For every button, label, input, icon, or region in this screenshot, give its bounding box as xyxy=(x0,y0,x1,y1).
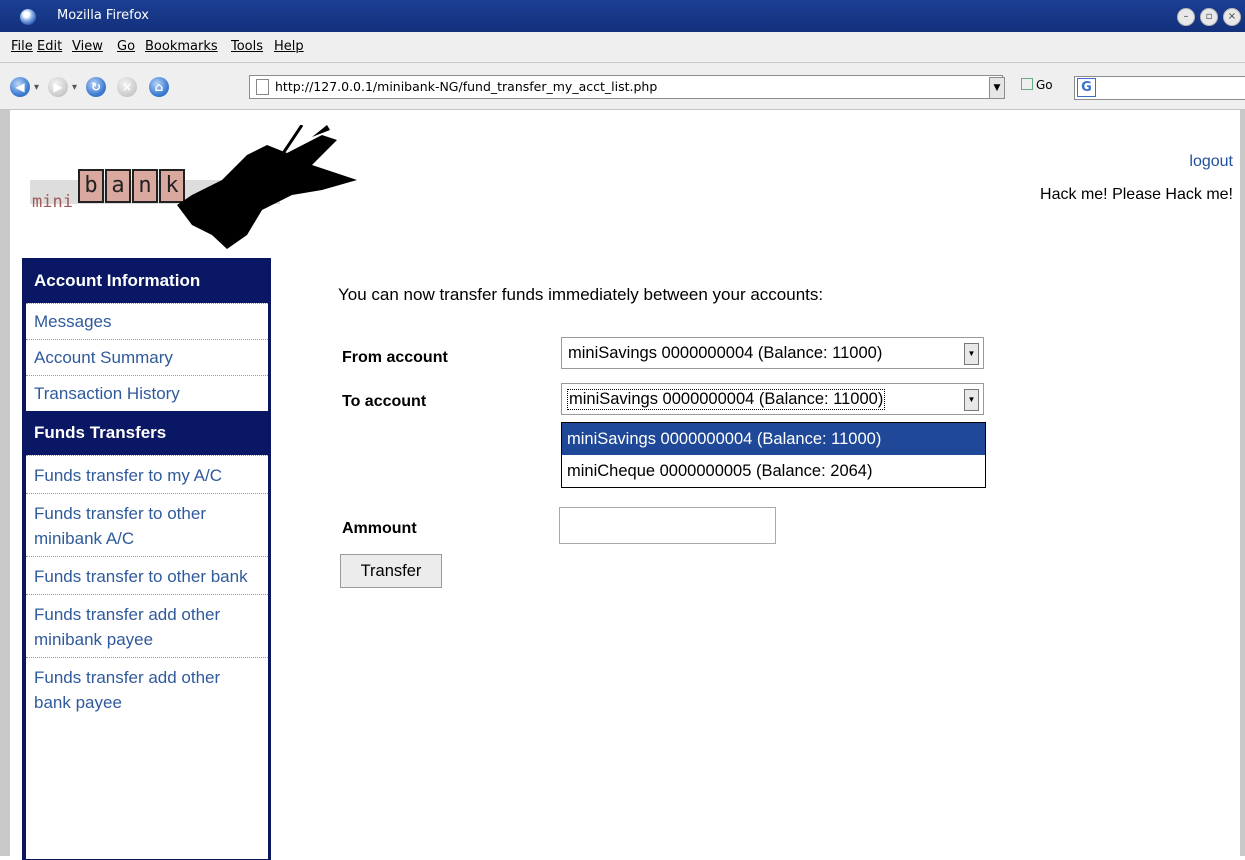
home-icon: ⌂ xyxy=(154,80,164,94)
url-history-dropdown[interactable]: ▼ xyxy=(989,77,1005,99)
from-account-value: miniSavings 0000000004 (Balance: 11000) xyxy=(568,344,883,362)
back-arrow-icon: ◀ xyxy=(15,80,25,94)
to-account-value: miniSavings 0000000004 (Balance: 11000) xyxy=(566,389,886,410)
menu-edit[interactable]: Edit xyxy=(37,39,62,54)
go-icon xyxy=(1021,78,1033,90)
firefox-icon xyxy=(20,9,36,25)
window-title: Mozilla Firefox xyxy=(57,8,149,23)
forward-history-dropdown-icon[interactable]: ▾ xyxy=(72,82,77,93)
to-account-label: To account xyxy=(342,393,427,410)
sidebar-item-transfer-other-minibank-ac[interactable]: Funds transfer to other minibank A/C xyxy=(26,493,268,556)
search-box[interactable]: G xyxy=(1074,76,1245,100)
reload-icon: ↻ xyxy=(90,80,102,94)
stop-button[interactable]: × xyxy=(117,77,137,97)
minibank-logo: mini b a n k xyxy=(22,125,404,249)
back-button[interactable]: ◀ xyxy=(10,77,30,97)
navigation-toolbar: ◀ ▾ ▶ ▾ ↻ × ⌂ http://127.0.0.1/minibank-… xyxy=(0,63,1245,110)
menu-bar: File Edit View Go Bookmarks Tools Help xyxy=(0,32,1245,63)
sidebar-item-transfer-my-ac[interactable]: Funds transfer to my A/C xyxy=(26,455,268,493)
sidebar-item-add-bank-payee[interactable]: Funds transfer add other bank payee xyxy=(26,657,268,720)
intro-text: You can now transfer funds immediately b… xyxy=(338,285,824,304)
forward-button[interactable]: ▶ xyxy=(48,77,68,97)
amount-input[interactable] xyxy=(559,507,776,544)
back-history-dropdown-icon[interactable]: ▾ xyxy=(34,82,39,93)
logo-figure-icon xyxy=(177,125,357,249)
dropdown-option[interactable]: miniCheque 0000000005 (Balance: 2064) xyxy=(562,455,985,487)
minimize-button[interactable]: – xyxy=(1177,8,1195,26)
sidebar-section-funds-transfers: Funds Transfers xyxy=(26,411,268,455)
to-account-dropdown-list: miniSavings 0000000004 (Balance: 11000) … xyxy=(561,422,986,488)
maximize-button[interactable]: ▫ xyxy=(1200,8,1218,26)
sidebar: Account Information Messages Account Sum… xyxy=(22,258,271,860)
logout-link[interactable]: logout xyxy=(1189,153,1233,171)
sidebar-item-transaction-history[interactable]: Transaction History xyxy=(26,375,268,411)
sidebar-item-messages[interactable]: Messages xyxy=(26,303,268,339)
logo-letter: b xyxy=(78,169,104,203)
menu-file[interactable]: File xyxy=(11,39,33,54)
chevron-down-icon: ▼ xyxy=(964,389,979,411)
menu-tools[interactable]: Tools xyxy=(231,39,263,54)
reload-button[interactable]: ↻ xyxy=(86,77,106,97)
forward-arrow-icon: ▶ xyxy=(53,80,63,94)
sidebar-section-account-information: Account Information xyxy=(26,259,268,303)
menu-view[interactable]: View xyxy=(72,39,103,54)
page-icon xyxy=(256,79,269,95)
close-button[interactable]: × xyxy=(1223,8,1241,26)
chevron-down-icon: ▼ xyxy=(993,83,1001,93)
menu-bookmarks[interactable]: Bookmarks xyxy=(145,39,218,54)
window-right-border xyxy=(1240,110,1245,856)
go-button[interactable]: Go xyxy=(1021,78,1053,92)
chevron-down-icon: ▼ xyxy=(964,343,979,365)
home-button[interactable]: ⌂ xyxy=(149,77,169,97)
amount-label: Ammount xyxy=(342,520,417,537)
url-bar[interactable]: http://127.0.0.1/minibank-NG/fund_transf… xyxy=(249,75,1003,99)
to-account-select[interactable]: miniSavings 0000000004 (Balance: 11000) … xyxy=(561,383,984,415)
header-tagline: Hack me! Please Hack me! xyxy=(1040,186,1233,203)
menu-help[interactable]: Help xyxy=(274,39,304,54)
from-account-label: From account xyxy=(342,349,448,366)
window-left-border xyxy=(0,110,10,856)
google-search-icon[interactable]: G xyxy=(1077,78,1096,97)
url-text[interactable]: http://127.0.0.1/minibank-NG/fund_transf… xyxy=(275,79,657,94)
from-account-select[interactable]: miniSavings 0000000004 (Balance: 11000) … xyxy=(561,337,984,369)
stop-icon: × xyxy=(121,80,133,94)
sidebar-item-account-summary[interactable]: Account Summary xyxy=(26,339,268,375)
sidebar-item-transfer-other-bank[interactable]: Funds transfer to other bank xyxy=(26,556,268,594)
menu-go[interactable]: Go xyxy=(117,39,135,54)
sidebar-item-add-minibank-payee[interactable]: Funds transfer add other minibank payee xyxy=(26,594,268,657)
dropdown-option[interactable]: miniSavings 0000000004 (Balance: 11000) xyxy=(562,423,985,455)
logo-mini-text: mini xyxy=(32,192,73,212)
go-label: Go xyxy=(1036,78,1053,92)
logo-letter: a xyxy=(105,169,131,203)
window-titlebar: Mozilla Firefox – ▫ × xyxy=(0,0,1245,32)
transfer-button[interactable]: Transfer xyxy=(340,554,442,588)
